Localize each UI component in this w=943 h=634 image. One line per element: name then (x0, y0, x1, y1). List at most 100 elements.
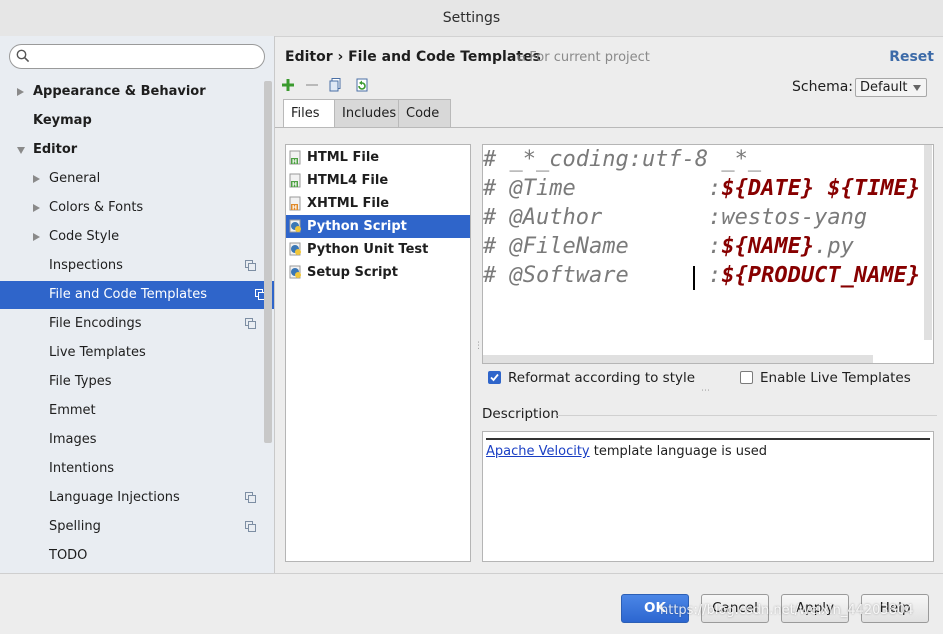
project-scope-icon (245, 521, 256, 532)
template-variable: ${NAME} (721, 234, 815, 259)
search-icon (16, 49, 30, 63)
html-file-icon: H (289, 150, 301, 166)
live-templates-label: Enable Live Templates (760, 370, 911, 386)
template-editor[interactable]: # _*_coding:utf-8 _*_ # @Time :${DATE} ${… (482, 144, 934, 364)
sidebar-item-label: Images (49, 432, 97, 447)
sidebar-item-emmet[interactable]: Emmet (0, 397, 264, 425)
description-divider (557, 415, 937, 416)
editor-line: # @Time :${DATE} ${TIME} (483, 176, 920, 205)
description-rule (486, 438, 930, 440)
description-text: Apache Velocity template language is use… (486, 444, 767, 459)
search-input[interactable] (9, 44, 265, 69)
sidebar-item-inspections[interactable]: Inspections (0, 252, 264, 280)
sidebar-scrollbar[interactable] (264, 81, 272, 443)
sidebar-item-label: Colors & Fonts (49, 200, 144, 215)
editor-vertical-scrollbar[interactable] (924, 145, 932, 340)
template-item[interactable]: H HTML4 File (286, 169, 470, 192)
sidebar-item-colors-fonts[interactable]: Colors & Fonts (0, 194, 264, 222)
sidebar-item-general[interactable]: General (0, 165, 264, 193)
svg-text:H: H (292, 182, 297, 189)
window-title: Settings (0, 0, 943, 37)
project-scope-icon (245, 492, 256, 503)
template-name: HTML4 File (307, 173, 389, 188)
add-icon[interactable] (280, 77, 296, 93)
schema-label: Schema: (792, 79, 854, 95)
sidebar-item-editor[interactable]: Editor (0, 136, 264, 164)
sidebar-item-appearance-behavior[interactable]: Appearance & Behavior (0, 78, 264, 106)
project-scope-icon (245, 318, 256, 329)
tab-code[interactable]: Code (398, 99, 451, 127)
template-name: Python Script (307, 219, 407, 234)
sidebar-item-spelling[interactable]: Spelling (0, 513, 264, 541)
description-title: Description (482, 406, 559, 422)
template-name: Python Unit Test (307, 242, 429, 257)
sidebar-item-label: TODO (49, 548, 88, 563)
template-item[interactable]: H HTML File (286, 146, 470, 169)
sidebar-item-label: File and Code Templates (49, 287, 207, 302)
svg-text:H: H (292, 159, 297, 166)
chevron-right-icon[interactable] (33, 204, 40, 212)
comment-text: # @FileName : (483, 234, 722, 259)
reset-icon[interactable] (354, 77, 370, 93)
sidebar-item-label: Keymap (33, 113, 92, 128)
reformat-check-box[interactable] (488, 371, 501, 384)
sidebar-item-label: File Encodings (49, 316, 142, 331)
sidebar-item-language-injections[interactable]: Language Injections (0, 484, 264, 512)
editor-splitter-handle[interactable]: ⋯ (701, 386, 710, 396)
sidebar-item-intentions[interactable]: Intentions (0, 455, 264, 483)
scope-note: ⧉ For current project (518, 50, 650, 65)
tabs-divider (275, 127, 943, 128)
project-scope-icon: ⧉ (518, 53, 526, 64)
apache-velocity-link[interactable]: Apache Velocity (486, 444, 590, 459)
editor-horizontal-scrollbar[interactable] (483, 355, 873, 363)
tab-files[interactable]: Files (283, 99, 335, 128)
sidebar-item-todo[interactable]: TODO (0, 542, 264, 570)
xhtml-file-icon: H (289, 196, 301, 212)
template-item[interactable]: H XHTML File (286, 192, 470, 215)
template-item[interactable]: Setup Script (286, 261, 470, 284)
copy-icon[interactable] (328, 77, 344, 93)
checkmark-icon (490, 373, 499, 382)
template-item[interactable]: Python Script (286, 215, 470, 238)
main-panel: Editor › File and Code Templates ⧉ For c… (275, 36, 943, 573)
sidebar-item-keymap[interactable]: Keymap (0, 107, 264, 135)
comment-text: # @Software : (483, 263, 722, 288)
editor-line: # @FileName :${NAME}.py (483, 234, 854, 263)
sidebar-item-file-encodings[interactable]: File Encodings (0, 310, 264, 338)
schema-select[interactable]: Default (855, 78, 927, 97)
project-scope-icon (245, 260, 256, 271)
remove-icon[interactable] (304, 77, 320, 93)
reset-link[interactable]: Reset (889, 49, 934, 65)
sidebar-item-label: Spelling (49, 519, 101, 534)
sidebar-item-code-style[interactable]: Code Style (0, 223, 264, 251)
comment-text: # _*_coding:utf-8 _*_ (483, 147, 762, 172)
template-list: H HTML File H HTML4 File H XHTML File Python S… (285, 144, 471, 562)
template-variable: ${DATE} ${TIME} (721, 176, 921, 201)
chevron-right-icon[interactable] (17, 88, 24, 96)
description-rest: template language is used (589, 444, 768, 459)
sidebar-item-label: General (49, 171, 101, 186)
sidebar-item-label: Editor (33, 142, 78, 157)
chevron-right-icon[interactable] (33, 233, 40, 241)
html-file-icon: H (289, 173, 301, 189)
comment-text: # @Time : (483, 176, 722, 201)
sidebar-item-images[interactable]: Images (0, 426, 264, 454)
chevron-down-icon[interactable] (17, 147, 25, 154)
reformat-label: Reformat according to style (508, 370, 696, 386)
sidebar-item-label: File Types (49, 374, 112, 389)
editor-line: # @Software :${PRODUCT_NAME} (483, 263, 920, 292)
template-item[interactable]: Python Unit Test (286, 238, 470, 261)
sidebar-item-label: Emmet (49, 403, 96, 418)
tab-includes[interactable]: Includes (334, 99, 399, 127)
svg-text:H: H (292, 205, 297, 212)
live-templates-check-box[interactable] (740, 371, 753, 384)
comment-text: .py (814, 234, 854, 259)
sidebar-item-live-templates[interactable]: Live Templates (0, 339, 264, 367)
scope-note-text: For current project (529, 50, 650, 65)
search-field[interactable] (34, 47, 260, 67)
sidebar-item-file-types[interactable]: File Types (0, 368, 264, 396)
sidebar-item-label: Code Style (49, 229, 120, 244)
chevron-right-icon[interactable] (33, 175, 40, 183)
template-name: HTML File (307, 150, 380, 165)
sidebar-item-file-and-code-templates[interactable]: File and Code Templates (0, 281, 274, 309)
